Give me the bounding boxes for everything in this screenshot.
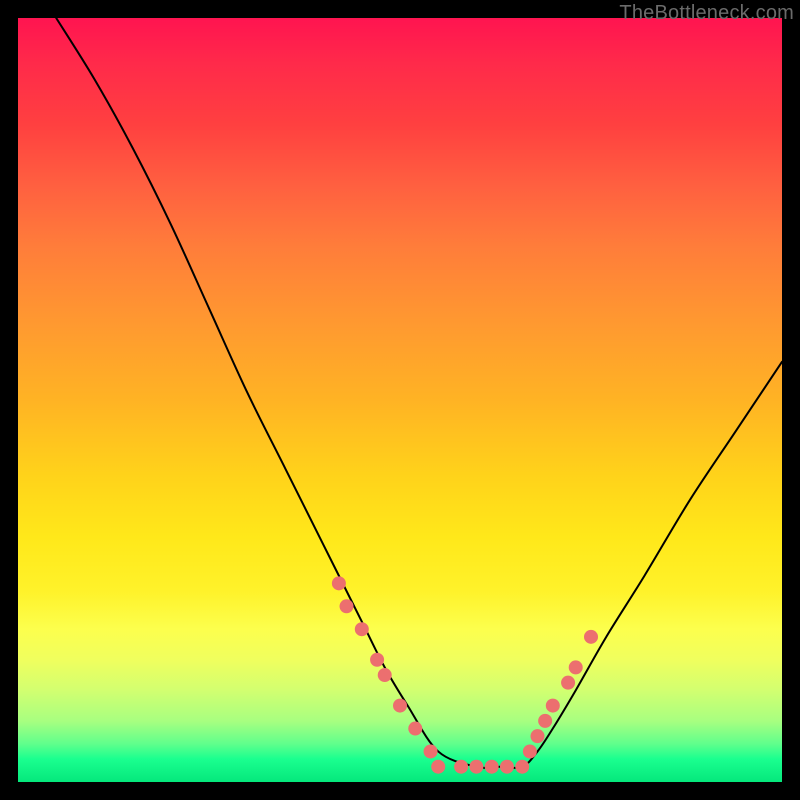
data-dot (569, 660, 583, 674)
data-dots (332, 576, 598, 773)
chart-stage: TheBottleneck.com (0, 0, 800, 800)
data-dot (561, 676, 575, 690)
data-dot (584, 630, 598, 644)
bottleneck-curve (56, 18, 782, 768)
data-dot (355, 622, 369, 636)
data-dot (546, 699, 560, 713)
data-dot (424, 744, 438, 758)
data-dot (431, 760, 445, 774)
data-dot (340, 599, 354, 613)
plot-area (18, 18, 782, 782)
watermark-text: TheBottleneck.com (619, 2, 794, 25)
data-dot (500, 760, 514, 774)
chart-overlay (18, 18, 782, 782)
data-dot (393, 699, 407, 713)
data-dot (515, 760, 529, 774)
data-dot (523, 744, 537, 758)
data-dot (454, 760, 468, 774)
data-dot (469, 760, 483, 774)
data-dot (531, 729, 545, 743)
data-dot (370, 653, 384, 667)
data-dot (378, 668, 392, 682)
data-dot (538, 714, 552, 728)
data-dot (485, 760, 499, 774)
data-dot (408, 722, 422, 736)
data-dot (332, 576, 346, 590)
